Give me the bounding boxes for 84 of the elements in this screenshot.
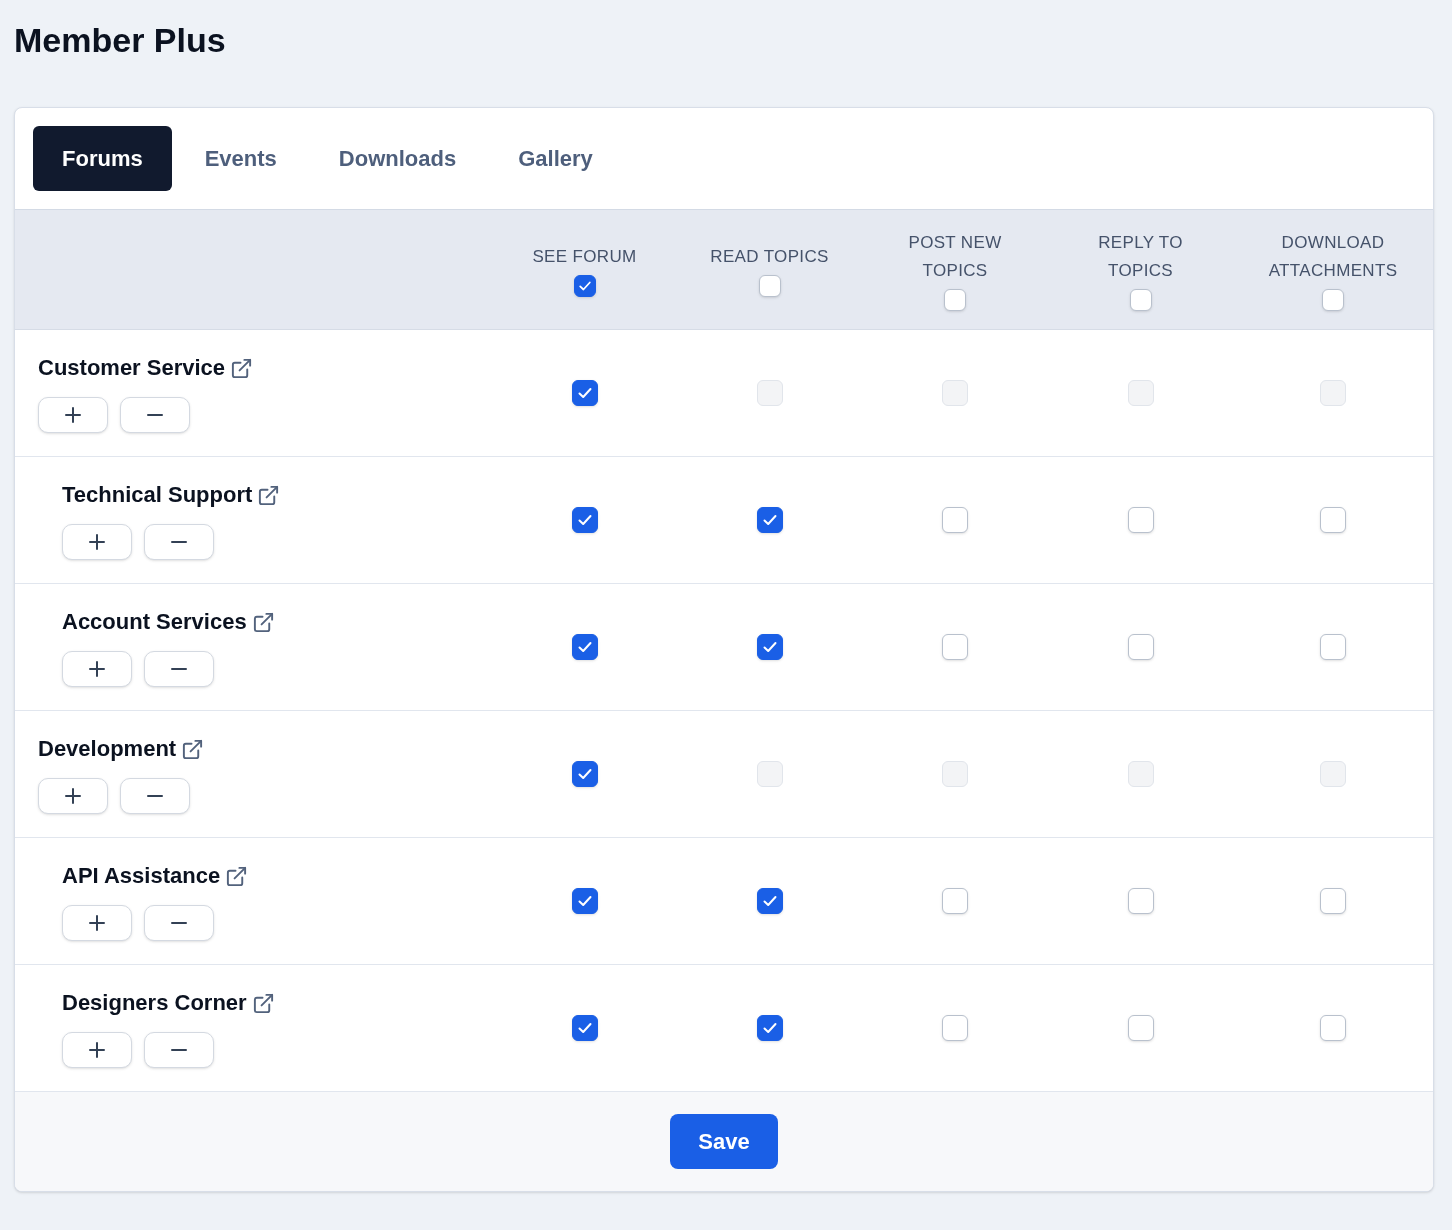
- checkbox[interactable]: [756, 1015, 783, 1041]
- checkbox[interactable]: [1320, 888, 1346, 914]
- minus-icon: [171, 541, 187, 543]
- checkbox[interactable]: [758, 274, 781, 297]
- forum-name: Customer Service: [38, 354, 226, 382]
- forum-name: Designers Corner: [62, 989, 247, 1017]
- checkmark-icon: [576, 1020, 593, 1036]
- minus-icon: [147, 795, 163, 797]
- column-header: DOWNLOAD ATTACHMENTS: [1267, 231, 1399, 282]
- checkbox[interactable]: [571, 634, 598, 660]
- plus-icon: [89, 534, 105, 550]
- column-header: SEE FORUM: [532, 245, 637, 268]
- checkbox[interactable]: [1322, 288, 1344, 311]
- tab[interactable]: Downloads: [309, 126, 486, 191]
- column-header: READ TOPICS: [710, 245, 829, 268]
- tab[interactable]: Gallery: [489, 126, 622, 191]
- checkbox[interactable]: [571, 761, 598, 787]
- checkbox[interactable]: [1320, 1015, 1346, 1041]
- column-header: REPLY TO TOPICS: [1097, 231, 1184, 282]
- checkmark-icon: [576, 385, 593, 401]
- checkmark-icon: [761, 1020, 778, 1036]
- external-link-icon[interactable]: [257, 483, 281, 507]
- checkbox[interactable]: [942, 1015, 968, 1041]
- add-button[interactable]: [38, 397, 108, 433]
- minus-icon: [171, 1049, 187, 1051]
- plus-icon: [65, 407, 81, 423]
- checkbox[interactable]: [1320, 634, 1346, 660]
- checkbox[interactable]: [1320, 507, 1346, 533]
- checkbox[interactable]: [1129, 288, 1152, 311]
- external-link-icon[interactable]: [251, 991, 275, 1015]
- checkmark-icon: [761, 639, 778, 655]
- forum-name: Development: [38, 735, 177, 763]
- checkbox[interactable]: [571, 1015, 598, 1041]
- checkbox[interactable]: [1127, 507, 1154, 533]
- checkbox[interactable]: [942, 634, 968, 660]
- plus-icon: [65, 788, 81, 804]
- save-button[interactable]: Save: [670, 1114, 778, 1169]
- checkbox[interactable]: [942, 888, 968, 914]
- minus-icon: [171, 668, 187, 670]
- forum-name: API Assistance: [62, 862, 221, 890]
- checkmark-icon: [576, 893, 593, 909]
- page-title: Member Plus: [14, 20, 226, 60]
- checkbox[interactable]: [571, 888, 598, 914]
- checkbox[interactable]: [1127, 1015, 1154, 1041]
- remove-button[interactable]: [144, 905, 214, 941]
- plus-icon: [89, 661, 105, 677]
- external-link-icon[interactable]: [230, 356, 254, 380]
- checkbox[interactable]: [571, 507, 598, 533]
- remove-button[interactable]: [120, 397, 190, 433]
- checkbox[interactable]: [756, 634, 783, 660]
- checkbox[interactable]: [1127, 888, 1154, 914]
- remove-button[interactable]: [144, 524, 214, 560]
- checkmark-icon: [761, 893, 778, 909]
- add-button[interactable]: [62, 905, 132, 941]
- add-button[interactable]: [62, 651, 132, 687]
- remove-button[interactable]: [120, 778, 190, 814]
- remove-button[interactable]: [144, 1032, 214, 1068]
- external-link-icon[interactable]: [225, 864, 249, 888]
- checkbox[interactable]: [1127, 634, 1154, 660]
- minus-icon: [147, 414, 163, 416]
- external-link-icon[interactable]: [251, 610, 275, 634]
- checkbox[interactable]: [573, 274, 596, 297]
- plus-icon: [89, 1042, 105, 1058]
- checkbox[interactable]: [942, 507, 968, 533]
- checkmark-icon: [576, 639, 593, 655]
- add-button[interactable]: [38, 778, 108, 814]
- checkbox[interactable]: [756, 507, 783, 533]
- add-button[interactable]: [62, 1032, 132, 1068]
- checkbox[interactable]: [571, 380, 598, 406]
- add-button[interactable]: [62, 524, 132, 560]
- checkbox[interactable]: [756, 888, 783, 914]
- forum-name: Account Services: [62, 608, 247, 636]
- tab[interactable]: Events: [175, 126, 306, 191]
- checkmark-icon: [576, 512, 593, 528]
- minus-icon: [171, 922, 187, 924]
- checkmark-icon: [761, 512, 778, 528]
- checkbox[interactable]: [944, 288, 966, 311]
- tab[interactable]: Forums: [33, 126, 172, 191]
- checkmark-icon: [576, 766, 593, 782]
- plus-icon: [89, 915, 105, 931]
- forum-name: Technical Support: [62, 481, 253, 509]
- external-link-icon[interactable]: [181, 737, 205, 761]
- column-header: POST NEW TOPICS: [907, 231, 1003, 282]
- remove-button[interactable]: [144, 651, 214, 687]
